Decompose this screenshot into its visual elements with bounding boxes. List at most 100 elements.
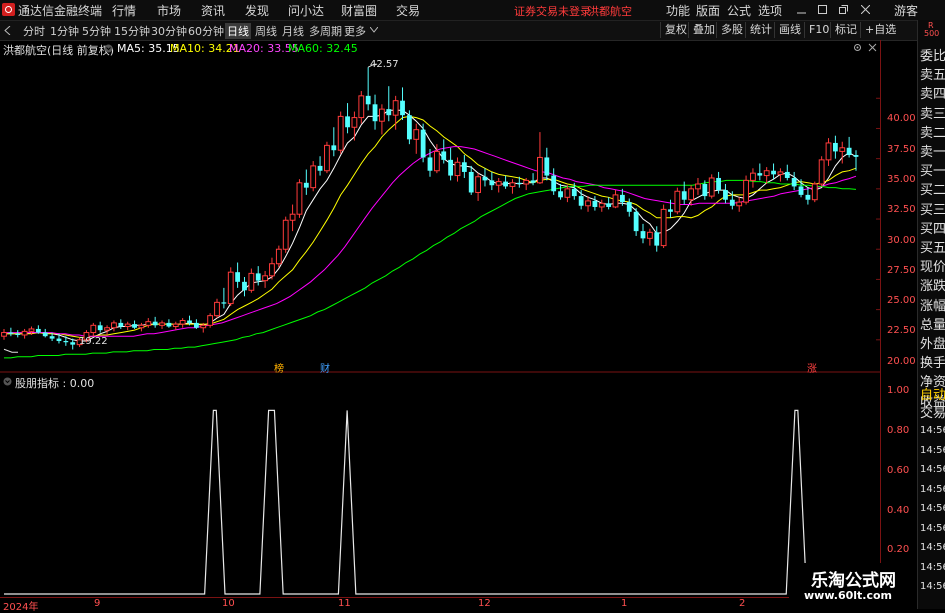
candle-body	[365, 95, 371, 105]
candle-body	[503, 181, 508, 187]
candle-body	[310, 165, 317, 189]
candle-body	[331, 145, 337, 151]
candle-body	[372, 104, 378, 122]
candle-body	[468, 171, 474, 193]
candle-body	[839, 147, 846, 152]
candle-body	[303, 182, 309, 188]
panel-close-icon[interactable]	[868, 43, 877, 52]
low-price-label: 19.22	[79, 336, 108, 347]
side-item: 涨幅	[920, 298, 945, 314]
candle-body	[242, 281, 247, 291]
candle-body	[811, 183, 818, 201]
kline-chart[interactable]	[0, 0, 880, 609]
side-item: 卖四	[920, 87, 945, 103]
candle-body	[777, 171, 784, 175]
candle-body	[646, 231, 653, 239]
candle-body	[337, 115, 344, 151]
candle-body	[104, 327, 110, 331]
time-tick: 10	[222, 598, 235, 609]
candle-body	[187, 320, 192, 323]
indicator-tick: 1.00	[887, 385, 910, 396]
candle-body	[124, 323, 131, 328]
indicator-dropdown-icon[interactable]	[3, 377, 12, 386]
candle-body	[345, 116, 350, 128]
time-tick: 11	[338, 598, 351, 609]
candle-body	[537, 156, 543, 184]
candle-body	[448, 159, 454, 176]
candle-body	[269, 263, 275, 277]
side-item: 委比	[920, 49, 945, 64]
candle-body	[798, 186, 804, 195]
tick-time: 14:56	[920, 561, 945, 573]
candle-body	[544, 157, 550, 176]
chart-annotations	[3, 63, 378, 353]
low-leader-line	[3, 348, 18, 353]
tick-time: 14:56	[920, 444, 945, 456]
indicator-tick: 0.80	[887, 425, 910, 436]
quote-side-panel: R 500 委比 卖五 卖四 卖三 卖二 卖一 买一 买二 买三 买四 买五 现价 涨跌 涨幅 总量 外盘 换手…	[917, 20, 945, 609]
candle-body	[702, 184, 708, 197]
time-tick: 2	[739, 598, 746, 609]
side-item: 总量	[920, 317, 945, 333]
candle-body	[159, 322, 165, 326]
settings-icon[interactable]	[853, 43, 862, 52]
high-price-label: 42.57	[370, 59, 399, 70]
side-item: 涨跌	[920, 279, 945, 295]
event-tag-cai[interactable]: 财	[320, 360, 330, 375]
candle-body	[688, 188, 695, 201]
candle-body	[640, 231, 646, 239]
candle-body	[441, 151, 447, 160]
candle-body	[358, 95, 365, 119]
candle-body	[179, 319, 186, 325]
candle-body	[818, 159, 825, 185]
side-item: 卖一	[920, 145, 945, 160]
candle-body	[461, 162, 467, 172]
candle-body	[49, 336, 55, 339]
guest-label[interactable]: 游客	[894, 2, 918, 19]
candle-body	[200, 324, 207, 329]
side-item: 买一	[920, 164, 945, 180]
time-tick: 9	[94, 598, 101, 609]
side-item: 卖二	[920, 125, 945, 141]
candle-body	[235, 272, 241, 282]
price-tick: 32.50	[887, 204, 916, 215]
event-tag-bang[interactable]: 榜	[274, 360, 284, 375]
tick-time: 14:56	[920, 522, 945, 534]
auto-label[interactable]: 自动	[920, 384, 945, 403]
price-tick: 22.50	[887, 325, 916, 336]
price-tick: 20.00	[887, 356, 916, 367]
candle-body	[763, 170, 770, 177]
candle-body	[482, 176, 488, 181]
time-tick: 2024年	[3, 602, 39, 613]
candle-body	[400, 100, 405, 116]
candle-body	[612, 194, 619, 208]
stock-label: 洪都航空(日线 前复权)	[3, 44, 115, 57]
price-tick: 25.00	[887, 295, 916, 306]
dropdown-circle-icon[interactable]	[104, 44, 113, 53]
candle-body	[324, 144, 330, 172]
trade-label[interactable]: 交易	[920, 402, 945, 421]
side-item: 现价	[920, 260, 945, 276]
candle-body	[509, 182, 516, 187]
indicator-plot	[4, 409, 856, 595]
side-item: 买五	[920, 241, 945, 256]
candle-body	[392, 100, 399, 116]
candles	[1, 67, 859, 350]
indicator-label: 股朋指标 : 0.00	[15, 377, 95, 390]
indicator-tick: 0.20	[887, 544, 910, 555]
candle-body	[846, 147, 852, 156]
candle-body	[406, 115, 412, 140]
candle-body	[551, 175, 557, 192]
event-tag-zhang[interactable]: 涨	[807, 360, 817, 375]
candle-body	[805, 194, 811, 200]
candle-body	[660, 208, 667, 247]
candle-body	[633, 211, 639, 232]
candle-body	[475, 176, 482, 193]
side-item: 外盘	[920, 337, 945, 352]
price-tick: 40.00	[887, 113, 916, 124]
indicator-line	[4, 409, 856, 595]
candle-body	[598, 202, 605, 208]
tick-time: 14:56	[920, 464, 945, 475]
candle-body	[351, 117, 358, 128]
candle-body	[166, 322, 172, 327]
